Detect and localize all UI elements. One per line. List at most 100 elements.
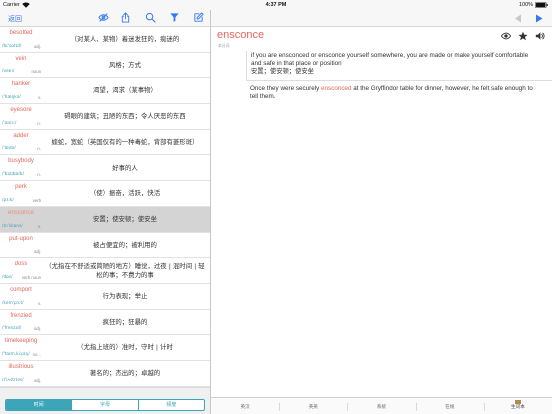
phonetic: /dɒs/ xyxy=(2,274,13,280)
meaning: 好事的人 xyxy=(112,163,138,172)
detail-tag: 本分词 xyxy=(218,43,230,48)
definition-separator xyxy=(246,80,552,81)
part-of-speech: n. xyxy=(37,120,41,126)
headword: comport xyxy=(10,286,32,293)
battery-percent: 100% xyxy=(519,2,534,8)
share-icon[interactable] xyxy=(120,12,131,23)
word-list-row[interactable]: hanker /'hæŋkə/v. 渴望，渴求（某事物） xyxy=(0,78,210,105)
detail-headword: ensconce xyxy=(217,29,265,41)
dictionary-tab-label: 在线 xyxy=(445,405,455,410)
previous-icon[interactable] xyxy=(514,14,522,23)
dictionary-tab-label: 英英 xyxy=(308,405,318,410)
word-list-row[interactable]: frenzied /'frenzɪd/adj. 疯狂的；狂暴的 xyxy=(0,309,210,336)
phonetic: /'ædə/ xyxy=(2,146,16,152)
part-of-speech: verb noun xyxy=(21,274,41,280)
headword: illustrious xyxy=(8,363,34,370)
word-list: besotted/bɪ'sɒtɪd/adj. （对某人、某物）着迷发狂的，痴迷的 v… xyxy=(0,27,210,387)
word-list-row[interactable]: illustrious/ɪ'lʌstrɪəs/adj. 著名的；杰出的；卓越的 xyxy=(0,360,210,387)
sort-option[interactable]: 时间 xyxy=(6,400,72,410)
sort-option[interactable]: 字母 xyxy=(71,400,137,410)
word-list-row[interactable]: adder /'ædə/n. 蝰蛇，宽蛇（英国仅有的一种毒蛇，背部有菱形斑） xyxy=(0,129,210,156)
headword: besotted xyxy=(9,30,33,36)
headword: frenzied xyxy=(10,312,32,319)
dictionary-tab[interactable]: 英汉 xyxy=(211,398,279,414)
headword: hanker xyxy=(11,81,31,88)
definition-block: if you are ensconced or ensconce yoursel… xyxy=(246,51,552,80)
definition-english: if you are ensconced or ensconce yoursel… xyxy=(251,52,529,67)
meaning: （尤指上班的）准时，守时 | 计时 xyxy=(77,343,173,352)
phonetic: /pɜːk/ xyxy=(2,197,14,203)
headword: perk xyxy=(15,184,27,191)
sort-segmented-control: 时间 字母 频度 xyxy=(5,399,205,411)
example-highlight: ensconced xyxy=(321,85,352,92)
part-of-speech: n. xyxy=(37,146,41,152)
clock: 4:37 PM xyxy=(265,2,287,8)
phonetic: /veɪn/ xyxy=(2,69,15,75)
word-list-row[interactable]: besotted/bɪ'sɒtɪd/adj. （对某人、某物）着迷发狂的，痴迷的 xyxy=(0,27,210,53)
headword: doss xyxy=(14,261,28,268)
list-footer: 时间 字母 频度 xyxy=(0,387,210,414)
headword: busybody xyxy=(8,158,34,165)
word-list-row[interactable]: perk/pɜːk/verb （使）振奋，活跃，快活 xyxy=(0,181,210,207)
meaning: 疯狂的；狂暴的 xyxy=(102,317,148,326)
word-list-row[interactable]: comport/kəm'pɔːt/v. 行为表现；举止 xyxy=(0,283,210,310)
next-icon[interactable] xyxy=(535,14,543,23)
word-list-row[interactable]: timekeeping /'taɪm,kiːpɪŋ/no... （尤指上班的）准时，… xyxy=(0,335,210,361)
word-list-row[interactable]: doss/dɒs/verb noun （尤指在不舒适或简陋的地方）睡觉，过夜 | … xyxy=(0,258,210,284)
hide-icon[interactable] xyxy=(98,12,109,23)
dictionary-tab[interactable]: 在线 xyxy=(415,398,484,414)
word-list-row[interactable]: vein/veɪn/noun 风格；方式 xyxy=(0,52,210,79)
part-of-speech: v. xyxy=(37,300,41,306)
headword: adder xyxy=(13,132,29,139)
example-text-before: Once they were securely xyxy=(250,85,322,92)
meaning: （对某人、某物）着迷发狂的，痴迷的 xyxy=(70,35,180,44)
definition-chinese: 安置；使安顿；使安坐 xyxy=(251,68,314,75)
example-sentence: Once they were securely ensconced at the… xyxy=(250,85,535,101)
part-of-speech: adj. xyxy=(34,249,41,255)
dictionary-tab[interactable]: 系统 xyxy=(347,398,415,414)
eye-icon[interactable] xyxy=(501,31,511,41)
phonetic: /'taɪm,kiːpɪŋ/ xyxy=(2,351,30,357)
part-of-speech: no... xyxy=(32,351,41,357)
dictionary-tab[interactable]: 生词本 xyxy=(483,398,552,414)
part-of-speech: v. xyxy=(37,95,41,101)
meaning: 行为表现；举止 xyxy=(102,291,148,300)
phonetic: /kəm'pɔːt/ xyxy=(2,300,24,306)
back-button[interactable]: 返回 xyxy=(8,14,22,24)
phonetic: /'hæŋkə/ xyxy=(2,95,21,101)
meaning: （使）振奋，活跃，快活 xyxy=(89,189,161,198)
headword: timekeeping xyxy=(4,338,38,345)
speaker-icon[interactable] xyxy=(535,31,545,41)
word-list-row[interactable]: put-upon adj. 被占便宜的；被利用的 xyxy=(0,232,210,259)
part-of-speech: n. xyxy=(37,172,41,178)
word-list-row[interactable]: eyesore /'aɪsɔː/n. 碍眼的建筑；丑陋的东西；令人厌恶的东西 xyxy=(0,104,210,130)
meaning: 蝰蛇，宽蛇（英国仅有的一种毒蛇，背部有菱形斑） xyxy=(51,137,199,146)
phonetic: /'frenzɪd/ xyxy=(2,326,22,332)
part-of-speech: v. xyxy=(37,223,41,229)
dictionary-tab-label: 系统 xyxy=(376,405,387,410)
headword: eyesore xyxy=(10,107,32,114)
dictionary-tab-label: 生词本 xyxy=(511,405,525,410)
phonetic: /'aɪsɔː/ xyxy=(2,120,17,126)
filter-icon[interactable] xyxy=(169,12,180,23)
part-of-speech: adj. xyxy=(34,326,41,332)
word-list-row[interactable]: busybody /'bɪzɪbɒdɪ/n. 好事的人 xyxy=(0,155,210,182)
headword: vein xyxy=(15,55,27,62)
meaning: 著名的；杰出的；卓越的 xyxy=(89,369,161,378)
navigation-bar: 返回 xyxy=(0,10,552,27)
sort-option[interactable]: 频度 xyxy=(137,400,204,410)
word-list-row[interactable]: ensconce/ɪn'skɒns/v. 安置；使安顿；使安坐 xyxy=(0,206,210,233)
part-of-speech: noun xyxy=(31,69,41,75)
battery-icon xyxy=(534,2,549,8)
search-icon[interactable] xyxy=(145,12,156,23)
part-of-speech: verb xyxy=(32,197,41,203)
part-of-speech: adj. xyxy=(34,377,41,383)
edit-icon[interactable] xyxy=(193,12,204,23)
phonetic: /'bɪzɪbɒdɪ/ xyxy=(2,172,25,178)
star-icon[interactable] xyxy=(518,31,528,41)
meaning: 碍眼的建筑；丑陋的东西；令人厌恶的东西 xyxy=(64,112,186,121)
phonetic: /ɪ'lʌstrɪəs/ xyxy=(2,377,24,383)
meaning: 被占便宜的；被利用的 xyxy=(93,240,157,249)
dictionary-tab[interactable]: 英英 xyxy=(279,398,347,414)
part-of-speech: adj. xyxy=(34,43,41,49)
